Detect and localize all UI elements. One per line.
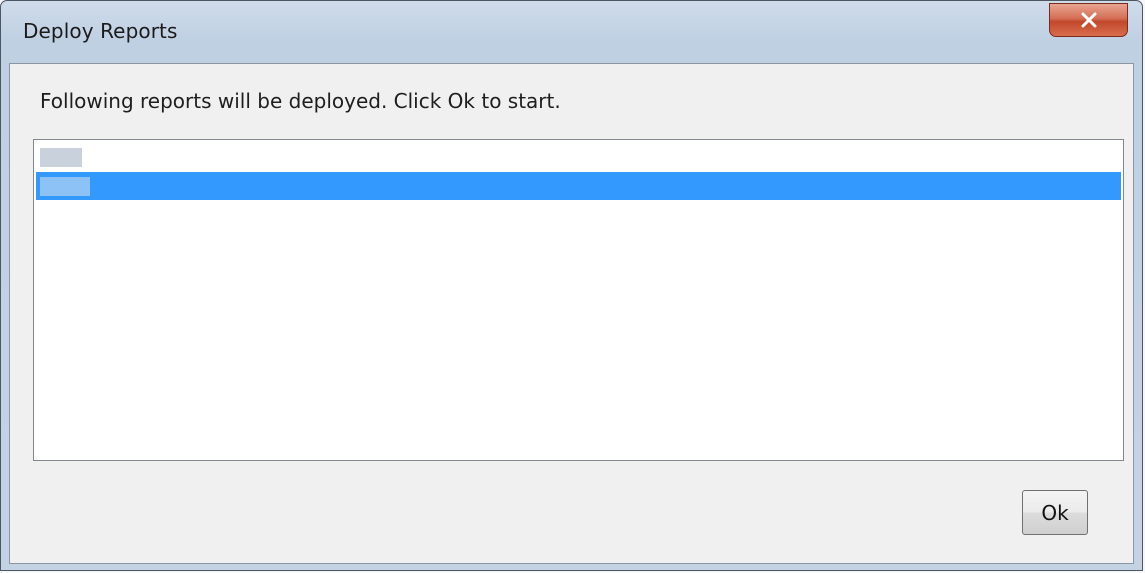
close-button[interactable] xyxy=(1049,3,1128,37)
list-item-label xyxy=(40,148,82,167)
reports-listbox[interactable] xyxy=(33,139,1124,461)
dialog-message: Following reports will be deployed. Clic… xyxy=(40,89,561,113)
dialog-client-area: Following reports will be deployed. Clic… xyxy=(9,63,1134,564)
list-item[interactable] xyxy=(36,143,1121,171)
window-title: Deploy Reports xyxy=(23,19,178,43)
list-item-label xyxy=(40,177,90,196)
ok-button[interactable]: Ok xyxy=(1022,490,1088,535)
title-bar[interactable]: Deploy Reports xyxy=(1,1,1142,63)
list-item-selected[interactable] xyxy=(36,172,1121,200)
deploy-reports-window: Deploy Reports Following reports will be… xyxy=(0,0,1143,571)
close-icon xyxy=(1080,12,1098,28)
